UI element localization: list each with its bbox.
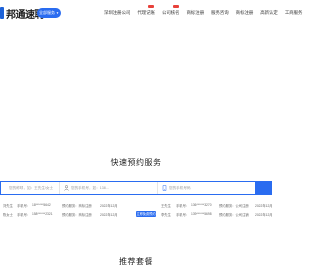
record-phone-label: 手机号：	[176, 213, 190, 217]
record-phone: 136******3270	[191, 203, 212, 207]
all-services-label: 全部服务	[39, 10, 55, 15]
site-header: 邦通速聘 全部服务▼ 深圳注册公司 代理记账 公司核名 商标注册 服务咨询 商标…	[0, 0, 302, 28]
record-phone: 139******5698	[191, 212, 212, 216]
phone-placeholder: 您的手机号，如：138...	[71, 185, 109, 190]
record-name: 李先生	[161, 213, 171, 217]
record-name: 陈女士	[3, 213, 13, 217]
record-service: 预约服务：商标注册	[62, 204, 92, 208]
nav-item-label: 商标注册	[235, 10, 254, 15]
nav-item[interactable]: 商标注册	[236, 9, 254, 17]
chevron-down-icon: ▼	[56, 11, 59, 15]
main-nav: 深圳注册公司 代理记账 公司核名 商标注册 服务咨询 商标注册 高新认定 工商服…	[104, 5, 309, 17]
record-phone-label: 手机号：	[176, 204, 190, 208]
record-service: 预约服务：公司注册	[219, 204, 249, 208]
nav-item-label: 商标注册	[186, 10, 205, 15]
record-date: 2022年12月	[255, 204, 273, 208]
free-booking-tag[interactable]: 立即免费预约	[136, 211, 156, 217]
nav-item-label: 高新认定	[260, 10, 278, 15]
record-date: 2022年12月	[100, 204, 118, 208]
list-item: 刘先生 手机号： 18******5642 预约服务：商标注册 2022年12月…	[0, 201, 273, 210]
nav-item[interactable]: 服务咨询	[211, 9, 229, 17]
nav-item-label: 服务咨询	[211, 10, 229, 15]
name-field[interactable]: 您的称呼，如：王先生/女士	[1, 182, 59, 194]
record-service: 预约服务：公司注销	[219, 213, 249, 217]
record-service: 预约服务：商标注册	[62, 213, 92, 217]
record-date: 2022年12月	[100, 213, 118, 217]
nav-item-label: 代理记账	[137, 10, 155, 15]
all-services-button[interactable]: 全部服务▼	[37, 8, 61, 18]
packages-title: 推荐套餐	[119, 257, 153, 266]
nav-item-label: 深圳注册公司	[104, 10, 131, 15]
record-phone: 18******5642	[32, 203, 51, 207]
record-phone-label: 手机号：	[17, 204, 31, 208]
logo-mark-icon	[0, 7, 4, 19]
record-phone-label: 手机号：	[17, 213, 31, 217]
nav-item[interactable]: 代理记账	[137, 5, 155, 17]
nav-item[interactable]: 高新认定	[260, 9, 278, 17]
nav-item[interactable]: 工商服务	[285, 9, 303, 17]
record-date: 2022年12月	[255, 213, 273, 217]
record-name: 王先生	[161, 204, 171, 208]
user-icon	[64, 185, 69, 191]
hot-badge	[172, 5, 179, 8]
mobile-field[interactable]: 您的手机号码	[157, 182, 257, 194]
submit-button[interactable]	[255, 181, 272, 195]
booking-records: 刘先生 手机号： 18******5642 预约服务：商标注册 2022年12月…	[0, 201, 273, 219]
booking-title: 快速预约服务	[110, 158, 162, 167]
nav-item[interactable]: 商标注册	[187, 9, 205, 17]
nav-item-label: 工商服务	[284, 10, 303, 15]
phone-icon	[162, 185, 167, 191]
record-name: 刘先生	[3, 204, 13, 208]
nav-item-label: 公司核名	[161, 10, 180, 15]
hot-badge	[147, 5, 154, 8]
mobile-placeholder: 您的手机号码	[169, 185, 191, 190]
booking-form: 您的称呼，如：王先生/女士 您的手机号，如：138... 您的手机号码	[0, 181, 272, 195]
nav-item[interactable]: 深圳注册公司	[104, 9, 130, 17]
nav-item[interactable]: 公司核名	[161, 5, 180, 17]
record-phone: 158******2321	[32, 212, 53, 216]
list-item: 陈女士 手机号： 158******2321 预约服务：商标注册 2022年12…	[0, 210, 273, 219]
name-placeholder: 您的称呼，如：王先生/女士	[9, 185, 54, 190]
phone-field[interactable]: 您的手机号，如：138...	[59, 182, 157, 194]
